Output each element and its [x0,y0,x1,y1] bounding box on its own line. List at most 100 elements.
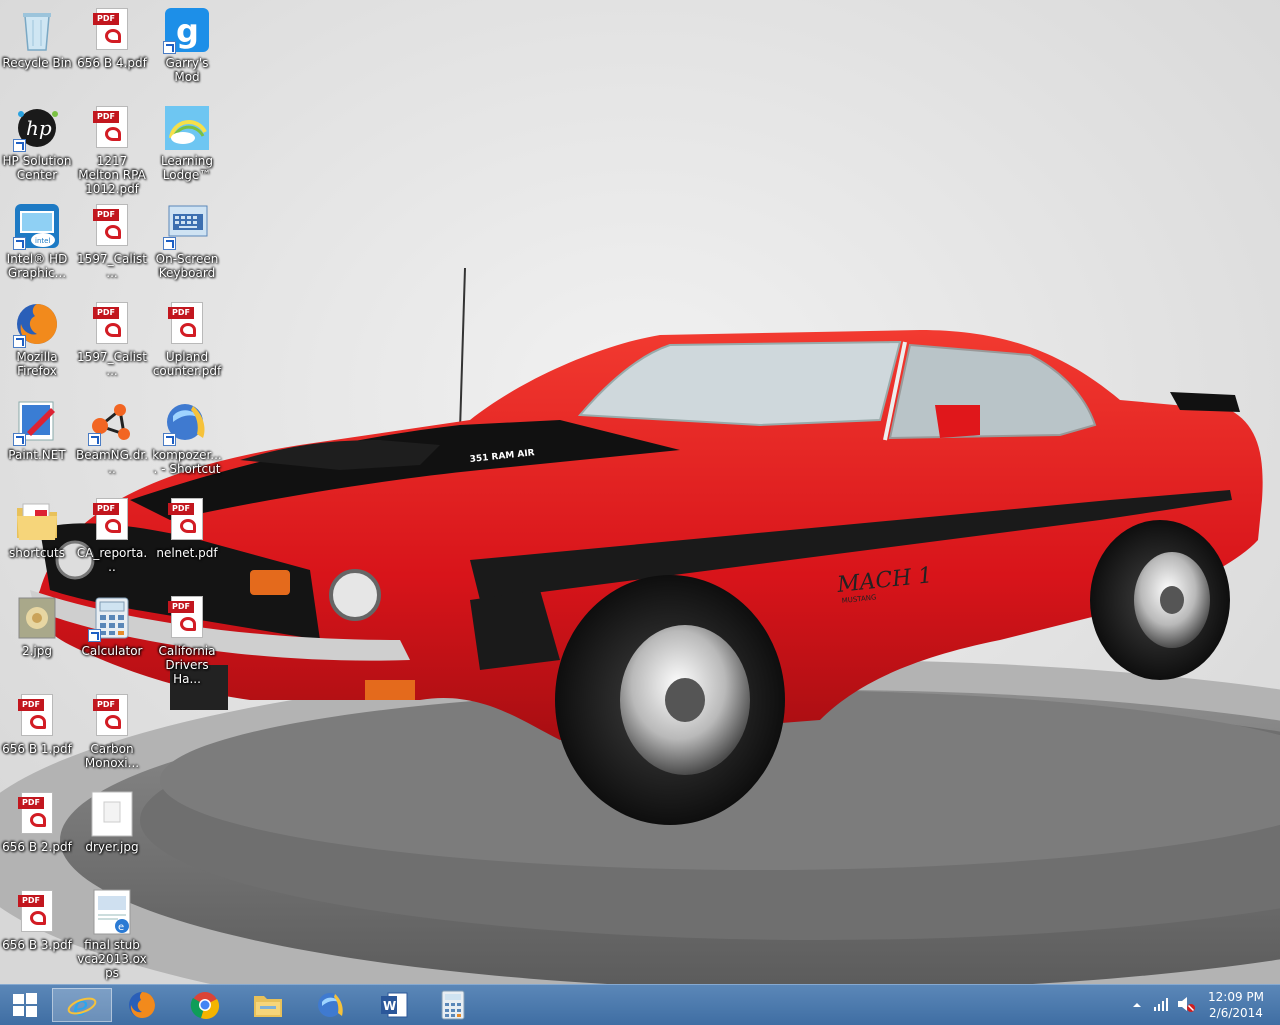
show-hidden-icons-button[interactable] [1130,997,1144,1011]
kompozer-icon [163,398,211,446]
icon-label: CA_reporta... [76,546,148,574]
pdf-file-icon: PDF [88,6,136,54]
pdf-tag: PDF [168,307,194,319]
calculator-icon [88,594,136,642]
firefox-icon [13,300,61,348]
pdf-file-icon: PDF [88,202,136,250]
garrys-mod-icon: g [163,6,211,54]
intel-graphics-icon: intel [13,202,61,250]
learning-lodge-icon [163,104,211,152]
pdf-tag: PDF [18,895,44,907]
desktop-icon-shortcuts-folder[interactable]: shortcuts [1,492,73,584]
desktop-icon-carbon-monoxide-pdf[interactable]: PDF Carbon Monoxi... [76,688,148,780]
pdf-file-icon: PDF [163,594,211,642]
shortcut-arrow-icon [13,237,26,250]
pdf-tag: PDF [93,503,119,515]
taskbar-word[interactable]: W [366,988,422,1022]
icon-label: shortcuts [9,546,65,560]
word-icon: W [381,992,408,1018]
desktop-icon-garrys-mod[interactable]: g Garry's Mod [151,2,223,94]
desktop-icon-final-stub-oxps[interactable]: e final stub vca2013.oxps [76,884,148,980]
pdf-file-icon: PDF [163,496,211,544]
taskbar-file-explorer[interactable] [240,988,296,1022]
icon-label: Garry's Mod [165,56,209,84]
svg-text:hp: hp [26,116,52,140]
icon-label: 2.jpg [21,644,53,658]
pdf-tag: PDF [93,699,119,711]
icon-label: Upland counter.pdf [152,350,222,378]
icon-label: BeamNG.dr... [76,448,149,476]
desktop-icon-1597-calist-pdf-a[interactable]: PDF 1597_Calist... [76,198,148,290]
pdf-file-icon: PDF [13,692,61,740]
wifi-signal-icon [1154,998,1168,1011]
pdf-file-icon: PDF [13,888,61,936]
icon-label: On-Screen Keyboard [155,252,219,280]
folder-icon [13,496,61,544]
svg-text:W: W [383,999,396,1013]
icon-label: Calculator [81,644,143,658]
desktop-icon-hp-solution-center[interactable]: hp HP Solution Center [1,100,73,192]
shortcut-arrow-icon [13,335,26,348]
icon-label: 656 B 2.pdf [2,840,72,854]
desktop-icon-intel-hd-graphics[interactable]: intel Intel® HD Graphic... [1,198,73,290]
chrome-icon [190,992,220,1020]
pdf-tag: PDF [18,699,44,711]
shortcut-arrow-icon [163,41,176,54]
icon-label: Mozilla Firefox [16,350,58,378]
taskbar-chrome[interactable] [177,988,233,1022]
taskbar-kompozer[interactable] [303,988,359,1022]
icon-label: 1597_Calist... [77,252,147,280]
icon-label: nelnet.pdf [156,546,218,560]
desktop-icon-656-b-4-pdf[interactable]: PDF 656 B 4.pdf [76,2,148,94]
taskbar-clock[interactable]: 12:09 PM 2/6/2014 [1206,989,1266,1021]
desktop-icon-on-screen-keyboard[interactable]: On-Screen Keyboard [151,198,223,290]
start-button[interactable] [0,988,50,1022]
desktop-icon-learning-lodge[interactable]: Learning Lodge™ [151,100,223,192]
desktop-icon-kompozer-shortcut[interactable]: kompozer.... - Shortcut [151,394,223,486]
desktop-icon-beamng-drive[interactable]: BeamNG.dr... [76,394,148,486]
desktop-icon-calculator[interactable]: Calculator [76,590,148,682]
icon-label: 656 B 1.pdf [2,742,72,756]
icon-label: Learning Lodge™ [160,154,214,182]
desktop-icon-ca-reporta-pdf[interactable]: PDF CA_reporta... [76,492,148,584]
icon-label: HP Solution Center [2,154,72,182]
icon-label: California Drivers Ha... [158,644,216,686]
pdf-file-icon: PDF [88,496,136,544]
icon-label: Recycle Bin [2,56,72,70]
desktop-icon-california-drivers-handbook-pdf[interactable]: PDF California Drivers Ha... [151,590,223,686]
taskbar-internet-explorer[interactable]: e [52,988,112,1022]
shortcut-arrow-icon [88,629,101,642]
calculator-icon [441,990,465,1020]
svg-text:e: e [118,922,124,933]
taskbar-firefox[interactable] [114,988,170,1022]
desktop-icon-656-b-1-pdf[interactable]: PDF 656 B 1.pdf [1,688,73,780]
desktop-icon-upland-counter-pdf[interactable]: PDF Upland counter.pdf [151,296,223,388]
firefox-icon [129,992,155,1018]
desktop-icon-1217-melton-pdf[interactable]: PDF 1217 Melton RPA 1012.pdf [76,100,148,196]
desktop-icon-2-jpg[interactable]: 2.jpg [1,590,73,682]
icon-label: kompozer.... - Shortcut [152,448,222,476]
desktop-icon-656-b-2-pdf[interactable]: PDF 656 B 2.pdf [1,786,73,878]
internet-explorer-icon: e [67,992,97,1020]
desktop-icon-mozilla-firefox[interactable]: Mozilla Firefox [1,296,73,388]
shortcut-arrow-icon [163,433,176,446]
xps-document-icon: e [88,888,136,936]
desktop-icon-nelnet-pdf[interactable]: PDF nelnet.pdf [151,492,223,584]
hp-logo-icon: hp [13,104,61,152]
desktop-icon-656-b-3-pdf[interactable]: PDF 656 B 3.pdf [1,884,73,976]
icon-label: Intel® HD Graphic... [6,252,68,280]
network-status-button[interactable] [1152,995,1170,1013]
desktop-icon-dryer-jpg[interactable]: dryer.jpg [76,786,148,878]
pdf-tag: PDF [168,503,194,515]
taskbar-calculator[interactable] [425,988,481,1022]
desktop-icon-paint-net[interactable]: Paint.NET [1,394,73,486]
icon-label: 1597_Calist... [77,350,147,378]
speaker-muted-icon [1178,997,1195,1012]
desktop-icon-recycle-bin[interactable]: Recycle Bin [1,2,73,94]
pdf-tag: PDF [168,601,194,613]
volume-button[interactable] [1176,995,1196,1013]
desktop-icon-1597-calist-pdf-b[interactable]: PDF 1597_Calist... [76,296,148,388]
icon-label: final stub vca2013.oxps [77,938,147,980]
taskbar: e W 12:09 PM 2/6/2014 [0,984,1280,1025]
icon-label: Paint.NET [8,448,66,462]
